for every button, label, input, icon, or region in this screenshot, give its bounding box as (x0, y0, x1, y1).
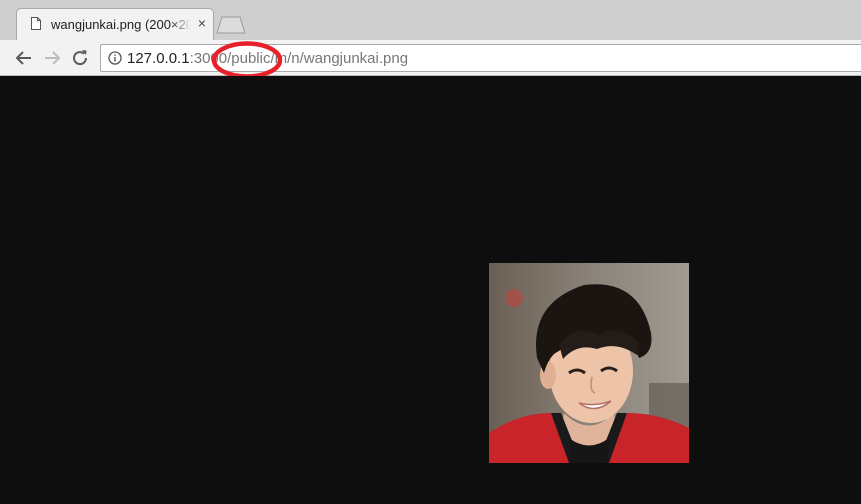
tab-strip: wangjunkai.png (200×200) × (0, 0, 861, 40)
tab-wangjunkai[interactable]: wangjunkai.png (200×200) × (16, 8, 214, 40)
url-host: 127.0.0.1 (127, 50, 190, 67)
red-circle-annotation (211, 41, 283, 79)
portrait-photo (489, 263, 689, 463)
portrait-image (489, 263, 689, 463)
back-button[interactable] (14, 48, 34, 68)
file-icon (31, 17, 41, 30)
info-icon[interactable] (108, 51, 122, 65)
forward-button[interactable] (42, 48, 62, 68)
image-viewer (0, 76, 861, 504)
new-tab-button[interactable] (216, 16, 246, 34)
tab-close-button[interactable]: × (195, 16, 209, 30)
browser-window: wangjunkai.png (200×200) × 127.0.0.1:300… (0, 0, 861, 504)
tab-title: wangjunkai.png (200×200) (51, 17, 191, 32)
toolbar: 127.0.0.1:3000/public/m/n/wangjunkai.png (0, 40, 861, 76)
reload-button[interactable] (70, 48, 90, 68)
